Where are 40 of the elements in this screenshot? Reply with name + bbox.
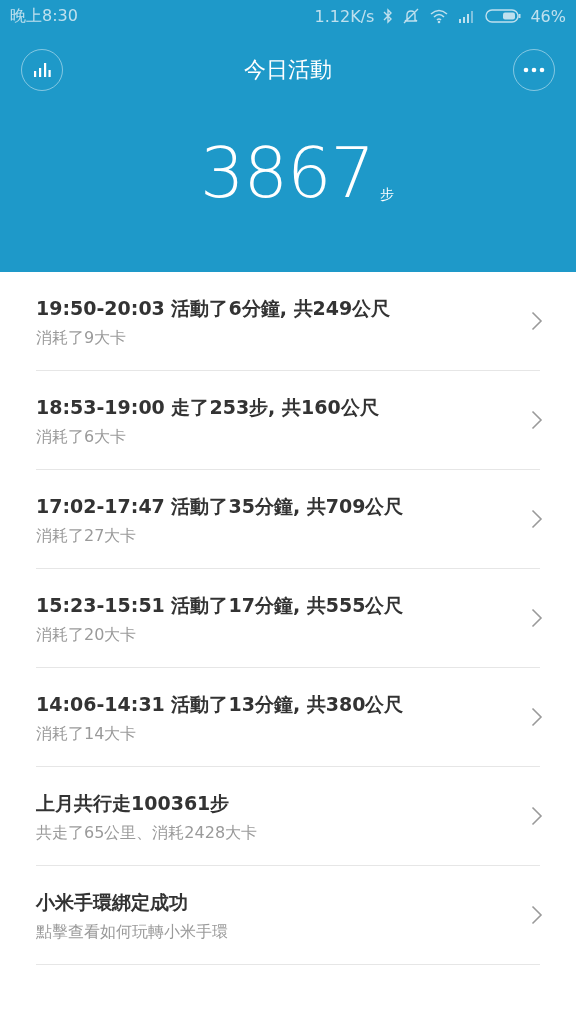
- activity-item[interactable]: 小米手環綁定成功 點擊查看如何玩轉小米手環: [36, 866, 540, 965]
- item-subtitle: 消耗了14大卡: [36, 723, 138, 745]
- item-subtitle: 消耗了9大卡: [36, 327, 128, 349]
- item-subtitle: 共走了65公里、消耗2428大卡: [36, 822, 258, 844]
- step-count: 3867: [199, 138, 375, 208]
- chevron-icon: [531, 311, 543, 331]
- chevron-icon: [531, 707, 543, 727]
- item-subtitle: 消耗了20大卡: [36, 624, 138, 646]
- item-title: 15:23-15:51 活動了17分鐘, 共555公尺: [36, 592, 404, 618]
- page-title: 今日活動: [244, 56, 332, 84]
- item-title: 17:02-17:47 活動了35分鐘, 共709公尺: [36, 493, 404, 519]
- chevron-icon: [531, 608, 543, 628]
- muted-bell-icon: [402, 8, 421, 24]
- item-title: 19:50-20:03 活動了6分鐘, 共249公尺: [36, 295, 391, 321]
- item-subtitle: 消耗了27大卡: [36, 525, 138, 547]
- activity-item[interactable]: 14:06-14:31 活動了13分鐘, 共380公尺 消耗了14大卡: [36, 668, 540, 767]
- item-title: 上月共行走100361步: [36, 790, 231, 816]
- item-title: 18:53-19:00 走了253步, 共160公尺: [36, 394, 379, 420]
- battery-percent: 46%: [530, 6, 566, 26]
- activity-item[interactable]: 上月共行走100361步 共走了65公里、消耗2428大卡: [36, 767, 540, 866]
- item-title: 14:06-14:31 活動了13分鐘, 共380公尺: [36, 691, 404, 717]
- step-unit: 步: [380, 186, 395, 204]
- activity-item[interactable]: 18:53-19:00 走了253步, 共160公尺 消耗了6大卡: [36, 371, 540, 470]
- more-icon: [523, 67, 545, 73]
- item-subtitle: 點擊查看如何玩轉小米手環: [36, 921, 228, 943]
- bar-chart-icon: [32, 61, 52, 79]
- item-title: 小米手環綁定成功: [36, 889, 189, 915]
- chevron-icon: [531, 410, 543, 430]
- item-subtitle: 消耗了6大卡: [36, 426, 128, 448]
- status-time: 晚上8:30: [10, 5, 78, 27]
- chevron-icon: [531, 509, 543, 529]
- activity-item[interactable]: 15:23-15:51 活動了17分鐘, 共555公尺 消耗了20大卡: [36, 569, 540, 668]
- bluetooth-icon: [383, 8, 394, 24]
- network-speed: 1.12K/s: [314, 6, 375, 26]
- chevron-icon: [531, 905, 543, 925]
- battery-icon: [485, 8, 522, 24]
- chevron-icon: [531, 806, 543, 826]
- wifi-icon: [429, 8, 450, 24]
- activity-item[interactable]: 19:50-20:03 活動了6分鐘, 共249公尺 消耗了9大卡: [36, 272, 540, 371]
- activity-item[interactable]: 17:02-17:47 活動了35分鐘, 共709公尺 消耗了27大卡: [36, 470, 540, 569]
